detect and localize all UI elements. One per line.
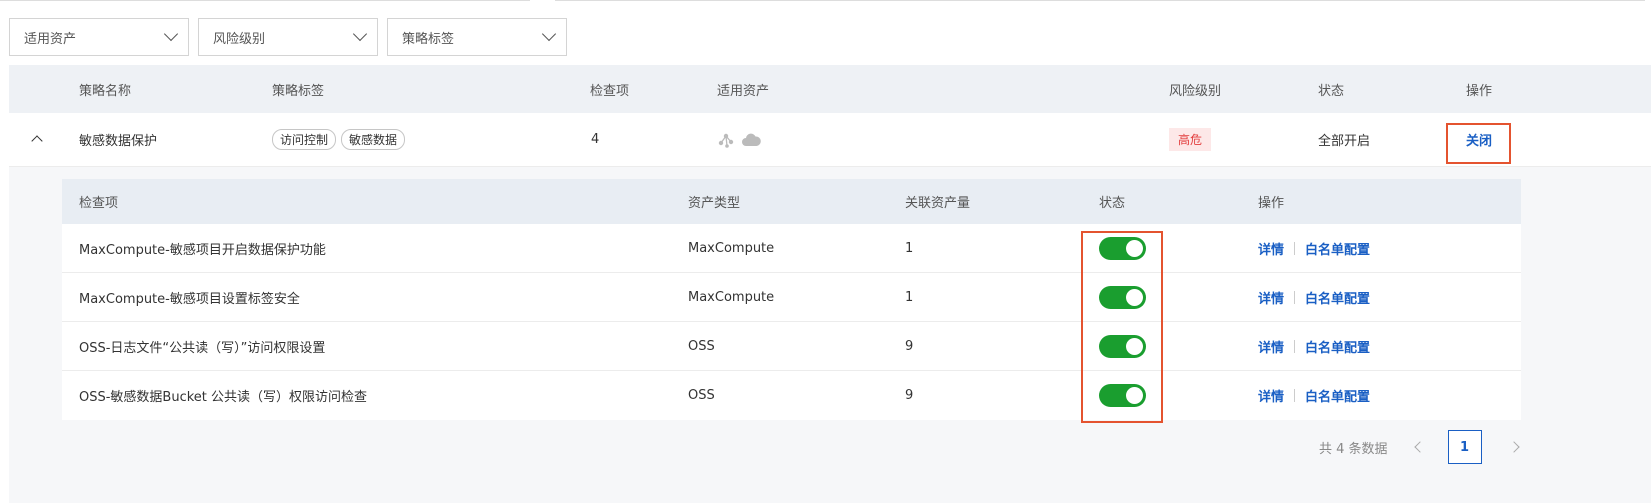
risk-badge: 高危 [1169, 128, 1212, 151]
policy-asset-icons [717, 113, 761, 166]
filter-risk-label: 风险级别 [213, 31, 266, 47]
chevron-down-icon [541, 26, 557, 42]
check-item-row: MaxCompute-敏感项目开启数据保护功能 MaxCompute 1 详情 … [62, 224, 1521, 273]
policy-status: 全部开启 [1318, 134, 1371, 149]
sub-header-asset-type: 资产类型 [688, 196, 741, 211]
check-item-row: MaxCompute-敏感项目设置标签安全 MaxCompute 1 详情 白名… [62, 273, 1521, 322]
whitelist-config-link[interactable]: 白名单配置 [1305, 337, 1370, 356]
header-risk: 风险级别 [1169, 83, 1222, 99]
check-item-asset-type: OSS [688, 338, 715, 354]
page-number-button[interactable]: 1 [1447, 430, 1482, 464]
policy-table-header: 策略名称 策略标签 检查项 适用资产 风险级别 状态 操作 [9, 65, 1651, 113]
policy-check-count: 4 [591, 132, 600, 147]
check-item-actions: 详情 白名单配置 [1258, 224, 1370, 272]
whitelist-config-link[interactable]: 白名单配置 [1305, 386, 1370, 405]
sub-header-count: 关联资产量 [905, 196, 971, 211]
policy-table: 策略名称 策略标签 检查项 适用资产 风险级别 状态 操作 敏感数据保护 访问控… [9, 65, 1651, 167]
toggle-highlight-box [1081, 231, 1163, 423]
check-items-table: 检查项 资产类型 关联资产量 状态 操作 MaxCompute-敏感项目开启数据… [62, 179, 1521, 423]
chevron-down-icon [352, 26, 368, 42]
filter-tag-select[interactable]: 策略标签 [387, 18, 567, 56]
header-tags: 策略标签 [272, 83, 325, 99]
header-assets: 适用资产 [717, 83, 770, 99]
action-divider [1294, 389, 1296, 402]
check-item-actions: 详情 白名单配置 [1258, 322, 1370, 370]
chevron-left-icon[interactable] [1413, 441, 1426, 453]
check-item-count: 1 [905, 289, 914, 305]
whitelist-config-link[interactable]: 白名单配置 [1305, 288, 1370, 307]
pagination-total: 共 4 条数据 [1319, 441, 1388, 457]
policy-risk: 高危 [1169, 113, 1212, 166]
check-item-actions: 详情 白名单配置 [1258, 273, 1370, 321]
check-item-name: OSS-日志文件“公共读（写）”访问权限设置 [79, 340, 326, 356]
action-divider [1294, 241, 1296, 255]
filter-tag-label: 策略标签 [402, 31, 455, 47]
check-item-count: 9 [905, 388, 914, 403]
sub-header-action: 操作 [1258, 196, 1285, 211]
pagination: 共 4 条数据 1 [1319, 430, 1520, 464]
check-item-count: 9 [905, 338, 914, 354]
filter-asset-label: 适用资产 [24, 31, 77, 47]
policy-row: 敏感数据保护 访问控制 敏感数据 4 高危 全部开启 关闭 [9, 113, 1651, 167]
detail-link[interactable]: 详情 [1258, 288, 1284, 307]
policy-tag: 访问控制 [272, 129, 337, 150]
detail-link[interactable]: 详情 [1258, 337, 1284, 356]
policy-tags: 访问控制 敏感数据 [272, 113, 410, 166]
check-item-row: OSS-敏感数据Bucket 公共读（写）权限访问检查 OSS 9 详情 白名单… [62, 371, 1521, 420]
check-item-row: OSS-日志文件“公共读（写）”访问权限设置 OSS 9 详情 白名单配置 [62, 322, 1521, 371]
sub-header-status: 状态 [1099, 196, 1126, 211]
filter-risk-select[interactable]: 风险级别 [198, 18, 378, 56]
cloud-icon [742, 133, 761, 146]
check-item-asset-type: MaxCompute [688, 289, 775, 305]
check-item-count: 1 [905, 240, 914, 256]
policy-tag: 敏感数据 [341, 129, 406, 150]
header-checks: 检查项 [590, 83, 630, 99]
check-item-name: MaxCompute-敏感项目开启数据保护功能 [79, 242, 326, 258]
sub-header-check: 检查项 [79, 196, 119, 211]
action-divider [1294, 290, 1296, 304]
close-highlight-box [1446, 123, 1511, 164]
expanded-panel: 检查项 资产类型 关联资产量 状态 操作 MaxCompute-敏感项目开启数据… [9, 167, 1651, 503]
detail-link[interactable]: 详情 [1258, 386, 1284, 405]
chevron-down-icon [163, 26, 179, 42]
whitelist-config-link[interactable]: 白名单配置 [1305, 239, 1370, 258]
top-divider [0, 0, 1651, 4]
filter-asset-select[interactable]: 适用资产 [9, 18, 189, 56]
collapse-caret-icon[interactable] [31, 135, 43, 147]
check-item-actions: 详情 白名单配置 [1258, 371, 1370, 420]
check-item-asset-type: MaxCompute [688, 240, 775, 256]
detail-link[interactable]: 详情 [1258, 239, 1284, 258]
filter-bar: 适用资产 风险级别 策略标签 [9, 18, 567, 56]
action-divider [1294, 339, 1296, 353]
graph-nodes-icon [718, 133, 734, 148]
check-items-header: 检查项 资产类型 关联资产量 状态 操作 [62, 179, 1521, 224]
header-action: 操作 [1466, 83, 1493, 99]
policy-name: 敏感数据保护 [79, 134, 158, 149]
check-item-name: MaxCompute-敏感项目设置标签安全 [79, 291, 300, 307]
check-item-name: OSS-敏感数据Bucket 公共读（写）权限访问检查 [79, 390, 368, 405]
header-name: 策略名称 [79, 83, 132, 99]
chevron-right-icon[interactable] [1507, 441, 1520, 453]
header-status: 状态 [1318, 83, 1345, 99]
check-item-asset-type: OSS [688, 388, 715, 403]
